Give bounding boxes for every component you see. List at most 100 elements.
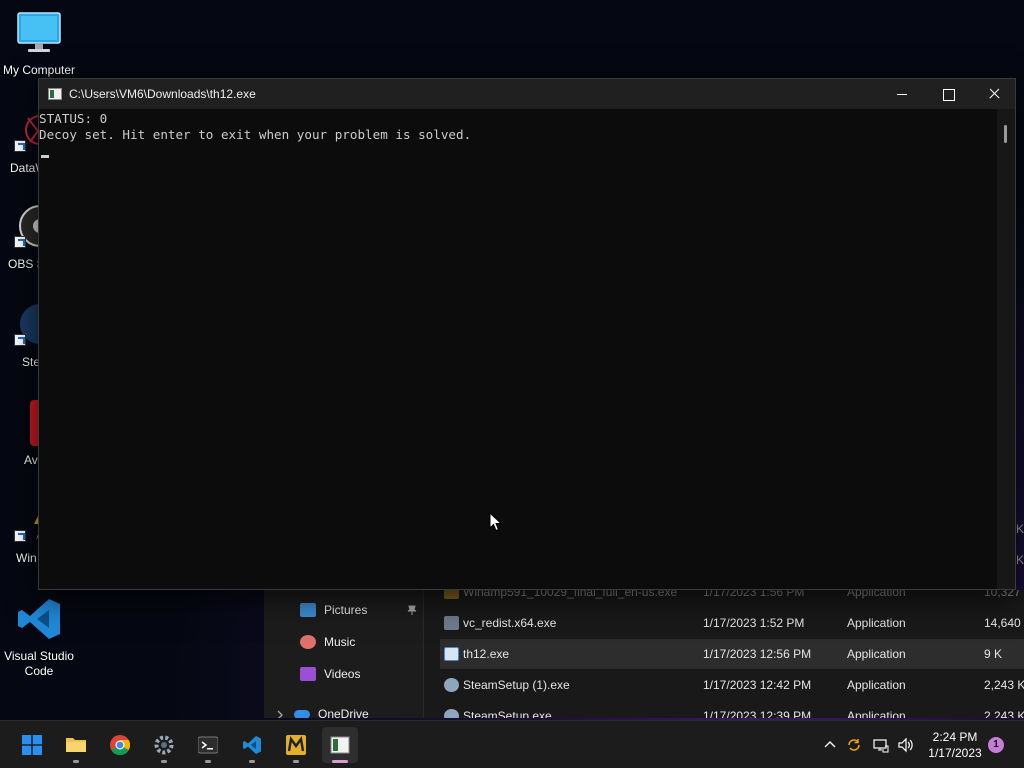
console-app-icon — [330, 736, 350, 754]
file-type: Application — [847, 590, 906, 599]
file-date: 1/17/2023 12:56 PM — [703, 647, 812, 661]
vscode-icon — [18, 599, 60, 639]
console-line: STATUS: 0 — [39, 111, 108, 126]
shortcut-arrow-icon — [14, 334, 26, 346]
file-date: 1/17/2023 1:56 PM — [703, 590, 805, 599]
file-date: 1/17/2023 12:42 PM — [703, 678, 812, 692]
close-button[interactable] — [971, 79, 1017, 109]
desktop-icon-label: My Computer — [2, 63, 76, 77]
exe-file-icon — [444, 647, 459, 661]
file-row[interactable]: Winamp591_10029_final_full_en-us.exe 1/1… — [440, 590, 1024, 607]
desktop-icon-label: Visual Studio Code — [4, 649, 74, 678]
sync-icon[interactable] — [846, 737, 862, 753]
console-output[interactable]: STATUS: 0 Decoy set. Hit enter to exit w… — [39, 109, 999, 589]
music-icon — [300, 635, 316, 649]
file-explorer-icon — [66, 738, 86, 752]
file-row[interactable]: SteamSetup (1).exe 1/17/2023 12:42 PM Ap… — [440, 670, 1024, 700]
file-name: vc_redist.x64.exe — [463, 616, 557, 630]
windows-start-icon — [22, 735, 42, 755]
clock-date: 1/17/2023 — [928, 746, 982, 760]
taskbar-file-explorer[interactable] — [58, 727, 94, 763]
file-type: Application — [847, 647, 906, 661]
file-date: 1/17/2023 1:52 PM — [703, 616, 805, 630]
maximize-button[interactable] — [925, 79, 971, 109]
console-titlebar[interactable]: C:\Users\VM6\Downloads\th12.exe — [39, 79, 1015, 109]
chevron-up-icon[interactable] — [822, 737, 838, 753]
notification-badge[interactable]: 1 — [988, 737, 1004, 753]
window-title: C:\Users\VM6\Downloads\th12.exe — [69, 87, 256, 101]
file-size: 9 K — [984, 647, 1003, 661]
taskbar-console-app[interactable] — [322, 727, 358, 763]
nav-item-label: Videos — [324, 667, 361, 681]
console-window[interactable]: C:\Users\VM6\Downloads\th12.exe STATUS: … — [38, 78, 1016, 590]
network-icon[interactable] — [873, 737, 889, 753]
monitor-icon — [17, 12, 61, 52]
mouse-pointer-icon — [489, 512, 503, 532]
explorer-nav-pane: Pictures Music Videos OneDrive — [264, 590, 424, 718]
system-clock[interactable]: 2:24 PM 1/17/2023 — [926, 729, 984, 761]
chrome-icon — [110, 735, 130, 755]
running-indicator — [293, 760, 299, 763]
taskbar-terminal[interactable] — [190, 727, 226, 763]
taskbar-winamp[interactable] — [278, 727, 314, 763]
console-app-icon — [48, 88, 62, 100]
clock-time: 2:24 PM — [932, 730, 978, 744]
taskbar: 2:24 PM 1/17/2023 1 — [0, 720, 1024, 768]
console-line: Decoy set. Hit enter to exit when your p… — [39, 127, 472, 142]
file-name: Winamp591_10029_final_full_en-us.exe — [463, 590, 678, 599]
console-scrollbar[interactable] — [997, 109, 1015, 589]
desktop-icon-vscode[interactable]: Visual Studio Code — [0, 596, 78, 679]
nav-item-label: Music — [324, 635, 356, 649]
taskbar-vscode[interactable] — [234, 727, 270, 763]
file-size: 10,327 K — [984, 590, 1024, 599]
installer-file-icon — [444, 616, 459, 630]
nav-item-label: Pictures — [324, 603, 368, 617]
pictures-icon — [300, 603, 316, 617]
running-indicator — [205, 760, 211, 763]
volume-icon[interactable] — [898, 737, 914, 753]
onedrive-icon — [294, 709, 310, 718]
file-row-selected[interactable]: th12.exe 1/17/2023 12:56 PM Application … — [440, 639, 1024, 669]
file-type: Application — [847, 678, 906, 692]
file-size: 14,640 K — [984, 616, 1024, 630]
running-indicator — [73, 760, 79, 763]
nav-item-label: OneDrive — [318, 707, 369, 718]
pin-icon[interactable] — [407, 605, 417, 615]
shortcut-arrow-icon — [14, 530, 26, 542]
taskbar-chrome[interactable] — [102, 727, 138, 763]
file-explorer-window: Pictures Music Videos OneDrive Winamp591… — [264, 590, 1024, 718]
winamp-file-icon — [444, 590, 459, 599]
file-size: 2,243 K — [984, 709, 1024, 718]
chevron-right-icon[interactable] — [276, 710, 284, 718]
file-row[interactable]: SteamSetup.exe 1/17/2023 12:39 PM Applic… — [440, 701, 1024, 718]
nav-item-videos[interactable]: Videos — [300, 660, 360, 688]
videos-icon — [300, 667, 316, 681]
vscode-icon — [243, 736, 261, 754]
file-date: 1/17/2023 12:39 PM — [703, 709, 812, 718]
minimize-button[interactable] — [879, 79, 925, 109]
file-type: Application — [847, 616, 906, 630]
file-size: 2,243 K — [984, 678, 1024, 692]
edge-size-fragment: K — [1016, 522, 1024, 536]
nav-item-onedrive[interactable]: OneDrive — [294, 700, 369, 718]
nav-item-pictures[interactable]: Pictures — [300, 596, 367, 624]
file-row[interactable]: vc_redist.x64.exe 1/17/2023 1:52 PM Appl… — [440, 608, 1024, 638]
scrollbar-thumb[interactable] — [1004, 125, 1007, 143]
running-indicator — [332, 760, 348, 763]
desktop-icon-my-computer[interactable]: My Computer — [0, 10, 78, 78]
running-indicator — [161, 760, 167, 763]
settings-icon — [154, 735, 174, 755]
steam-file-icon — [444, 678, 459, 692]
shortcut-arrow-icon — [14, 140, 26, 152]
file-name: SteamSetup.exe — [463, 709, 552, 718]
terminal-icon — [198, 736, 218, 754]
start-button[interactable] — [14, 727, 50, 763]
steam-file-icon — [444, 709, 459, 718]
running-indicator — [249, 760, 255, 763]
nav-item-music[interactable]: Music — [300, 628, 355, 656]
file-type: Application — [847, 709, 906, 718]
shortcut-arrow-icon — [14, 236, 26, 248]
file-name: th12.exe — [463, 647, 510, 661]
taskbar-settings[interactable] — [146, 727, 182, 763]
text-cursor — [41, 155, 49, 158]
